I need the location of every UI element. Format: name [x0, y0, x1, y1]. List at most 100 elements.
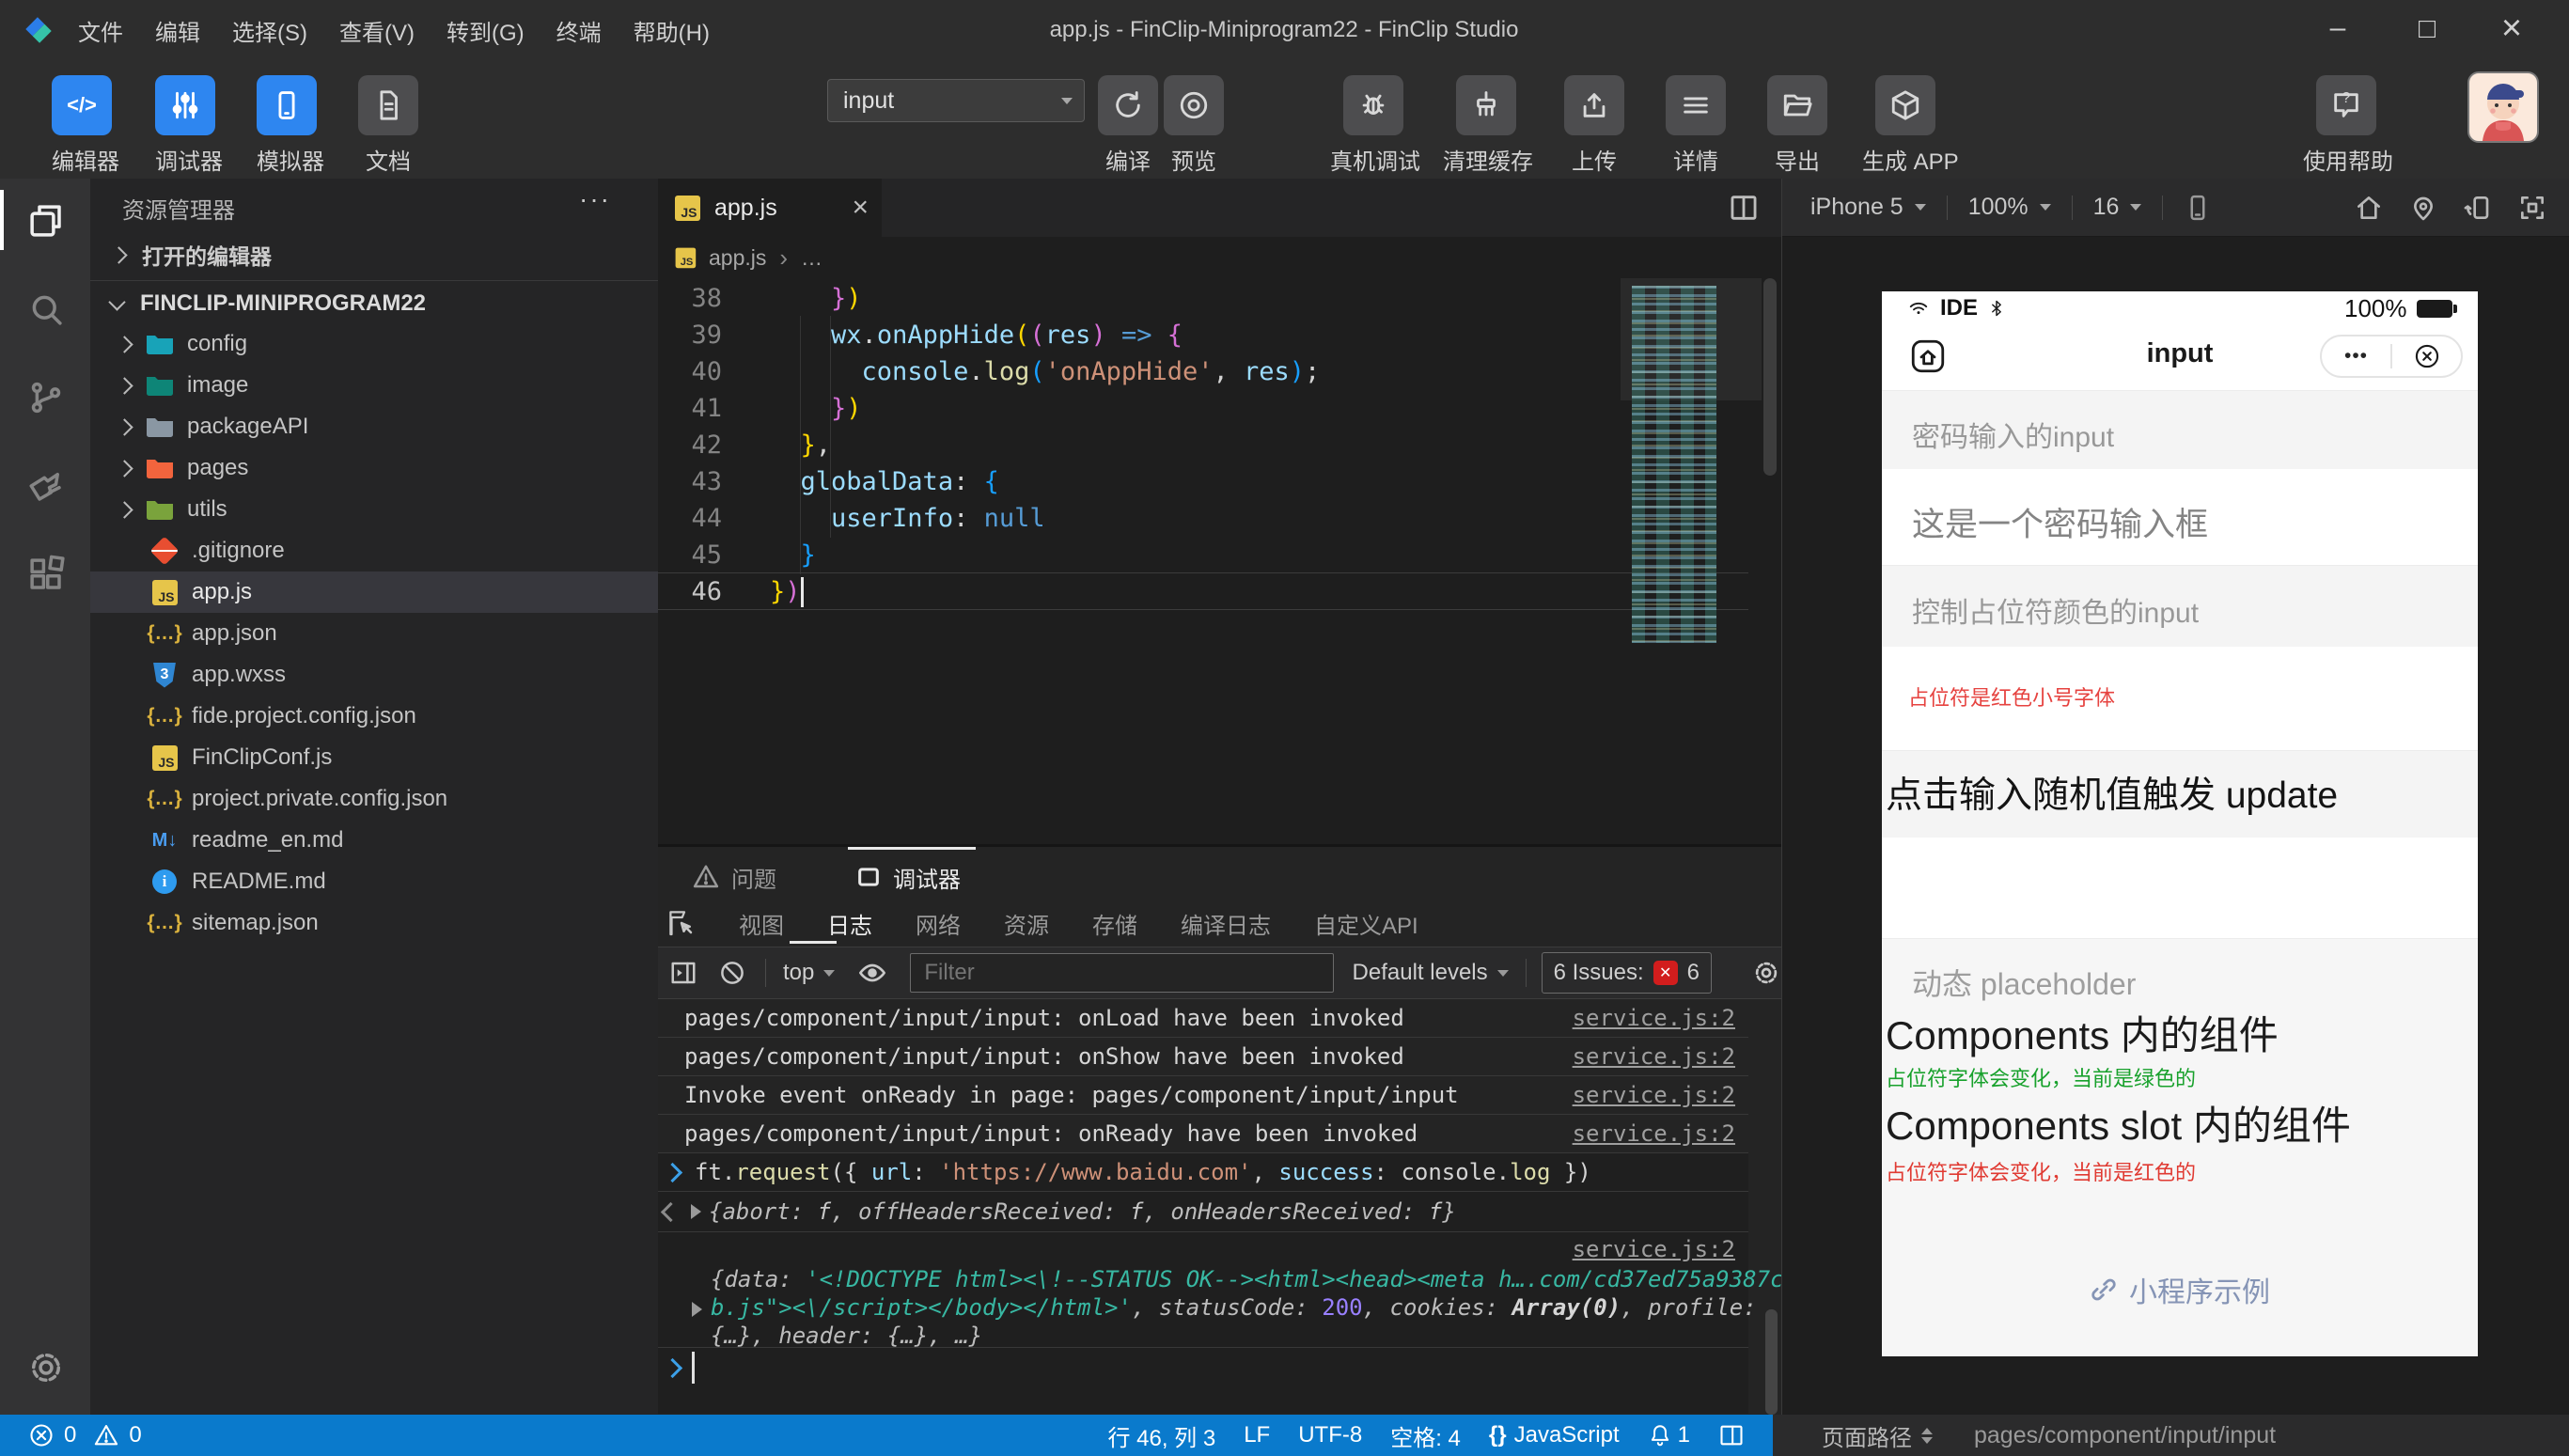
- details-button[interactable]: 详情: [1666, 75, 1726, 176]
- extensions-icon[interactable]: [26, 555, 66, 594]
- api-tools-icon[interactable]: [26, 466, 66, 506]
- tab-close-icon[interactable]: ×: [852, 192, 869, 224]
- export-button[interactable]: 导出: [1767, 75, 1827, 176]
- tree-file-readme[interactable]: i README.md: [90, 861, 658, 902]
- location-pin-icon[interactable]: [2408, 193, 2438, 223]
- project-root[interactable]: FINCLIP-MINIPROGRAM22: [90, 280, 658, 326]
- dynamic-placeholder-input[interactable]: 动态 placeholder: [1912, 961, 2136, 1004]
- explorer-icon[interactable]: [26, 201, 66, 241]
- open-editors-section[interactable]: 打开的编辑器: [90, 231, 658, 278]
- path-label[interactable]: 页面路径: [1822, 1419, 1912, 1452]
- tree-folder-pages[interactable]: pages: [90, 447, 658, 489]
- password-input[interactable]: 这是一个密码输入框: [1912, 498, 2208, 546]
- log-row[interactable]: Invoke event onReady in page: pages/comp…: [658, 1076, 1748, 1115]
- rotate-device-icon[interactable]: [2463, 193, 2493, 223]
- console-command-row[interactable]: ft.request({ url: 'https://www.baidu.com…: [658, 1153, 1748, 1192]
- search-icon[interactable]: [26, 290, 66, 329]
- maximize-button[interactable]: □: [2404, 0, 2451, 60]
- subtab-custom-api[interactable]: 自定义API: [1314, 907, 1418, 940]
- tree-file-finclipconf[interactable]: JS FinClipConf.js: [90, 737, 658, 778]
- editor-scrollbar[interactable]: [1763, 278, 1777, 476]
- source-link[interactable]: service.js:2: [1573, 1082, 1735, 1108]
- breadcrumb[interactable]: JS app.js › …: [658, 237, 1781, 278]
- clear-console-icon[interactable]: [718, 959, 746, 987]
- tree-folder-utils[interactable]: utils: [90, 489, 658, 530]
- filter-input[interactable]: [910, 953, 1334, 993]
- eol-indicator[interactable]: LF: [1244, 1422, 1270, 1448]
- help-button[interactable]: ? 使用帮助: [2303, 75, 2393, 176]
- device-debug-button[interactable]: 真机调试: [1330, 75, 1420, 176]
- console-settings-gear-icon[interactable]: [1751, 958, 1781, 988]
- subtab-log[interactable]: 日志: [827, 907, 872, 940]
- red-hint-input[interactable]: 占位符字体会变化，当前是红色的: [1886, 1156, 2196, 1186]
- context-selector[interactable]: top: [783, 960, 836, 986]
- console-result-row[interactable]: {abort: f, offHeadersReceived: f, onHead…: [658, 1192, 1748, 1232]
- expand-triangle-icon[interactable]: [692, 1302, 702, 1317]
- menu-edit[interactable]: 编辑: [155, 14, 200, 47]
- green-hint-input[interactable]: 占位符字体会变化，当前是绿色的: [1886, 1062, 2196, 1092]
- miniapp-example-link[interactable]: 小程序示例: [1882, 1269, 2478, 1310]
- editor-mode-button[interactable]: </> 编辑器: [52, 75, 119, 176]
- tree-file-sitemap[interactable]: {…} sitemap.json: [90, 902, 658, 944]
- minimap[interactable]: [1621, 278, 1762, 846]
- console-response-row[interactable]: service.js:2 {data: '<!DOCTYPE html><\!-…: [658, 1232, 1781, 1349]
- source-link[interactable]: service.js:2: [1573, 1005, 1735, 1031]
- menu-help[interactable]: 帮助(H): [634, 14, 710, 47]
- layout-icon[interactable]: [1718, 1422, 1745, 1448]
- issues-counter[interactable]: 6 Issues: ✕ 6: [1541, 952, 1713, 994]
- code-editor[interactable]: 37 console.log('onAppShow', res); 38 }) …: [658, 278, 1781, 846]
- menu-selection[interactable]: 选择(S): [232, 14, 307, 47]
- capsule-more-icon[interactable]: •••: [2322, 345, 2390, 368]
- subtab-view[interactable]: 视图: [739, 907, 784, 940]
- menu-file[interactable]: 文件: [78, 14, 123, 47]
- tree-file-gitignore[interactable]: .gitignore: [90, 530, 658, 571]
- minimize-button[interactable]: –: [2314, 0, 2361, 60]
- console-scrollbar[interactable]: [1765, 1309, 1778, 1415]
- page-path-value[interactable]: pages/component/input/input: [1974, 1422, 2276, 1449]
- upload-button[interactable]: 上传: [1564, 75, 1624, 176]
- errors-icon[interactable]: [28, 1422, 55, 1448]
- docs-mode-button[interactable]: 文档: [358, 75, 418, 176]
- subtab-compile-log[interactable]: 编译日志: [1181, 907, 1271, 940]
- dock-panel-icon[interactable]: [669, 959, 697, 987]
- tree-file-fideconfig[interactable]: {…} fide.project.config.json: [90, 696, 658, 737]
- expand-triangle-icon[interactable]: [691, 1204, 701, 1219]
- tree-folder-packageapi[interactable]: packageAPI: [90, 406, 658, 447]
- eye-icon[interactable]: [857, 958, 887, 988]
- tab-appjs[interactable]: JS app.js ×: [658, 179, 882, 237]
- zoom-selector[interactable]: 100%: [1968, 194, 2051, 221]
- clear-cache-button[interactable]: 清理缓存: [1443, 75, 1533, 176]
- tree-file-privateconfig[interactable]: {…} project.private.config.json: [90, 778, 658, 820]
- scan-frame-icon[interactable]: [2517, 193, 2547, 223]
- split-editor-icon[interactable]: [1728, 192, 1760, 224]
- tree-file-appwxss[interactable]: 3 app.wxss: [90, 654, 658, 696]
- device-frame-icon[interactable]: [2184, 194, 2212, 222]
- preview-button[interactable]: 预览: [1164, 75, 1224, 176]
- log-row[interactable]: pages/component/input/input: onLoad have…: [658, 999, 1748, 1038]
- settings-gear-icon[interactable]: [26, 1348, 66, 1387]
- subtab-network[interactable]: 网络: [916, 907, 961, 940]
- menu-terminal[interactable]: 终端: [556, 14, 602, 47]
- tree-file-appjs[interactable]: JS app.js: [90, 571, 658, 613]
- source-link[interactable]: service.js:2: [1573, 1120, 1735, 1147]
- breadcrumb-file[interactable]: app.js: [709, 245, 766, 271]
- capsule-close-icon[interactable]: [2392, 343, 2461, 369]
- language-indicator[interactable]: JavaScript: [1514, 1422, 1620, 1448]
- inspect-icon[interactable]: [667, 909, 696, 937]
- page-select[interactable]: input: [827, 79, 1085, 122]
- tree-folder-config[interactable]: config: [90, 323, 658, 365]
- breadcrumb-more[interactable]: …: [801, 245, 822, 271]
- menu-view[interactable]: 查看(V): [339, 14, 415, 47]
- update-trigger-input[interactable]: 点击输入随机值触发 update: [1886, 766, 2338, 819]
- source-link[interactable]: service.js:2: [1573, 1043, 1735, 1070]
- warnings-icon[interactable]: [93, 1422, 119, 1448]
- indent-indicator[interactable]: 空格: 4: [1390, 1419, 1461, 1452]
- bell-icon[interactable]: [1648, 1423, 1672, 1448]
- close-button[interactable]: ×: [2488, 0, 2535, 60]
- tab-problems[interactable]: 问题: [692, 858, 776, 896]
- simulator-mode-button[interactable]: 模拟器: [257, 75, 324, 176]
- cursor-position[interactable]: 行 46, 列 3: [1107, 1419, 1215, 1452]
- home-icon[interactable]: [2354, 193, 2384, 223]
- source-control-icon[interactable]: [26, 378, 66, 417]
- console-prompt[interactable]: [658, 1348, 1748, 1414]
